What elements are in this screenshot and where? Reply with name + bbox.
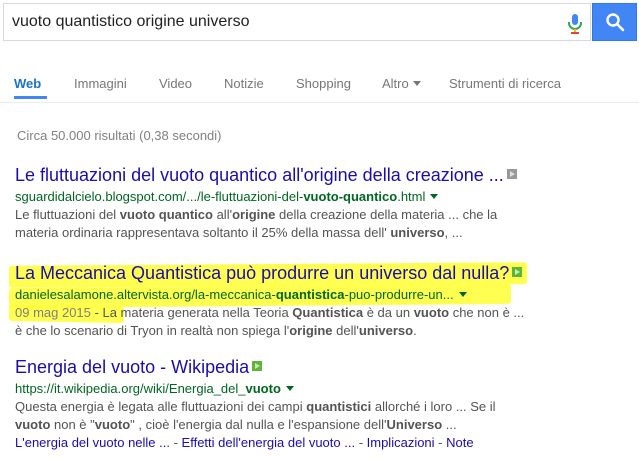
snippet-bold: vuoto bbox=[15, 417, 51, 432]
url-part: https://it.wikipedia.org/wiki/Energia_de… bbox=[15, 381, 246, 396]
url-part: .html bbox=[397, 189, 426, 204]
url-part: danielesalamone.altervista.org/la-meccan… bbox=[15, 287, 276, 302]
tab-video[interactable]: Video bbox=[159, 76, 192, 91]
top-bar: vuoto quantistico origine universo bbox=[0, 0, 639, 56]
snippet-bold: origine bbox=[289, 323, 333, 338]
sitelink[interactable]: Effetti dell'energia del vuoto ... bbox=[182, 435, 356, 450]
tab-web[interactable]: Web bbox=[14, 76, 41, 91]
snippet-bold: origine bbox=[232, 207, 276, 222]
tab-shopping[interactable]: Shopping bbox=[296, 76, 351, 91]
result-title-link[interactable]: Le fluttuazioni del vuoto quantico all'o… bbox=[15, 164, 630, 186]
dropdown-caret-icon bbox=[412, 81, 421, 86]
active-tab-indicator bbox=[14, 96, 47, 99]
sitelink[interactable]: Note bbox=[446, 435, 473, 450]
tab-altro[interactable]: Altro bbox=[382, 76, 421, 91]
snippet-bold: vuoto bbox=[94, 417, 131, 432]
search-button[interactable] bbox=[592, 3, 637, 41]
result-title[interactable]: Energia del vuoto - Wikipedia bbox=[15, 357, 249, 377]
dropdown-caret-icon[interactable] bbox=[430, 194, 439, 199]
result-snippet: Le fluttuazioni del vuoto quantico all'o… bbox=[15, 206, 630, 242]
result-url: https://it.wikipedia.org/wiki/Energia_de… bbox=[15, 380, 630, 397]
tab-strumenti-di-ricerca[interactable]: Strumenti di ricerca bbox=[449, 76, 561, 91]
snippet-bold: universo bbox=[358, 323, 414, 338]
tab-immagini[interactable]: Immagini bbox=[74, 76, 127, 91]
result-url: sguardidalcielo.blogspot.com/.../le-flut… bbox=[15, 188, 630, 205]
result-title-link[interactable]: La Meccanica Quantistica può produrre un… bbox=[15, 262, 630, 284]
url-bold: vuoto bbox=[245, 381, 281, 396]
snippet-bold: universo bbox=[390, 225, 445, 240]
search-result: Le fluttuazioni del vuoto quantico all'o… bbox=[15, 164, 630, 242]
url-part: -puo-produrre-un... bbox=[344, 287, 454, 302]
result-snippet: 09 mag 2015 - La materia generata nella … bbox=[15, 304, 630, 340]
result-date: 09 mag 2015 bbox=[15, 305, 91, 320]
url-part: sguardidalcielo.blogspot.com/.../le-flut… bbox=[15, 189, 304, 204]
tab-notizie[interactable]: Notizie bbox=[224, 76, 264, 91]
sitelink-separator: - bbox=[434, 435, 447, 450]
tab-altro-label: Altro bbox=[382, 76, 409, 91]
snippet-bold: Quantistica bbox=[292, 305, 364, 320]
result-title[interactable]: Le fluttuazioni del vuoto quantico all'o… bbox=[15, 165, 504, 185]
sitelink-separator: - bbox=[355, 435, 367, 450]
url-bold: vuoto-quantico bbox=[303, 189, 398, 204]
external-icon[interactable] bbox=[506, 169, 517, 179]
result-title-link[interactable]: Energia del vuoto - Wikipedia bbox=[15, 356, 630, 378]
snippet-text: materia ordinaria rappresentava soltanto… bbox=[15, 225, 391, 240]
sitelinks: L'energia del vuoto nelle ... - Effetti … bbox=[15, 434, 630, 452]
result-title[interactable]: La Meccanica Quantistica può produrre un… bbox=[15, 263, 509, 283]
search-result: Energia del vuoto - Wikipedia https://it… bbox=[15, 356, 630, 452]
snippet-text: " , cioè l'energia dal nulla e l'espansi… bbox=[130, 417, 387, 432]
snippet-bold: vuoto bbox=[413, 305, 450, 320]
snippet-text: all' bbox=[212, 207, 233, 222]
result-snippet: Questa energia è legata alle fluttuazion… bbox=[15, 398, 630, 434]
sitelink[interactable]: L'energia del vuoto nelle ... bbox=[15, 435, 170, 450]
external-icon[interactable] bbox=[512, 267, 523, 277]
snippet-bold: vuoto quantico bbox=[119, 207, 213, 222]
dropdown-caret-icon[interactable] bbox=[285, 386, 294, 391]
snippet-text: Le fluttuazioni del bbox=[15, 207, 120, 222]
snippet-text: della creazione della materia ... che la bbox=[275, 207, 498, 222]
snippet-text: che non è ... bbox=[449, 305, 525, 320]
sitelink-separator: - bbox=[169, 435, 182, 450]
snippet-text: ... bbox=[442, 417, 457, 432]
snippet-bold: quantistici bbox=[306, 399, 372, 414]
snippet-text: non è " bbox=[50, 417, 95, 432]
url-bold: quantistica bbox=[275, 287, 345, 302]
snippet-text: - La materia generata nella Teoria bbox=[90, 305, 293, 320]
external-icon[interactable] bbox=[252, 361, 263, 371]
snippet-text: dell' bbox=[332, 323, 359, 338]
dropdown-caret-icon[interactable] bbox=[458, 292, 467, 297]
snippet-text: , ... bbox=[444, 225, 463, 240]
snippet-text: è da un bbox=[363, 305, 414, 320]
mic-icon[interactable] bbox=[566, 13, 584, 35]
result-url: danielesalamone.altervista.org/la-meccan… bbox=[15, 286, 630, 303]
snippet-text: Questa energia è legata alle fluttuazion… bbox=[15, 399, 307, 414]
snippet-text: allorché i loro ... Se il bbox=[371, 399, 496, 414]
search-input[interactable]: vuoto quantistico origine universo bbox=[3, 3, 591, 41]
search-result: La Meccanica Quantistica può produrre un… bbox=[8, 262, 630, 340]
snippet-text: è che lo scenario di Tryon in realtà non… bbox=[15, 323, 290, 338]
snippet-bold: Universo bbox=[386, 417, 443, 432]
sitelink[interactable]: Implicazioni bbox=[367, 435, 435, 450]
search-query[interactable]: vuoto quantistico origine universo bbox=[12, 13, 249, 31]
result-stats: Circa 50.000 risultati (0,38 secondi) bbox=[17, 128, 222, 143]
snippet-text: . bbox=[413, 323, 417, 338]
search-tabs: Web Immagini Video Notizie Shopping Altr… bbox=[0, 56, 639, 103]
search-icon bbox=[606, 13, 625, 32]
